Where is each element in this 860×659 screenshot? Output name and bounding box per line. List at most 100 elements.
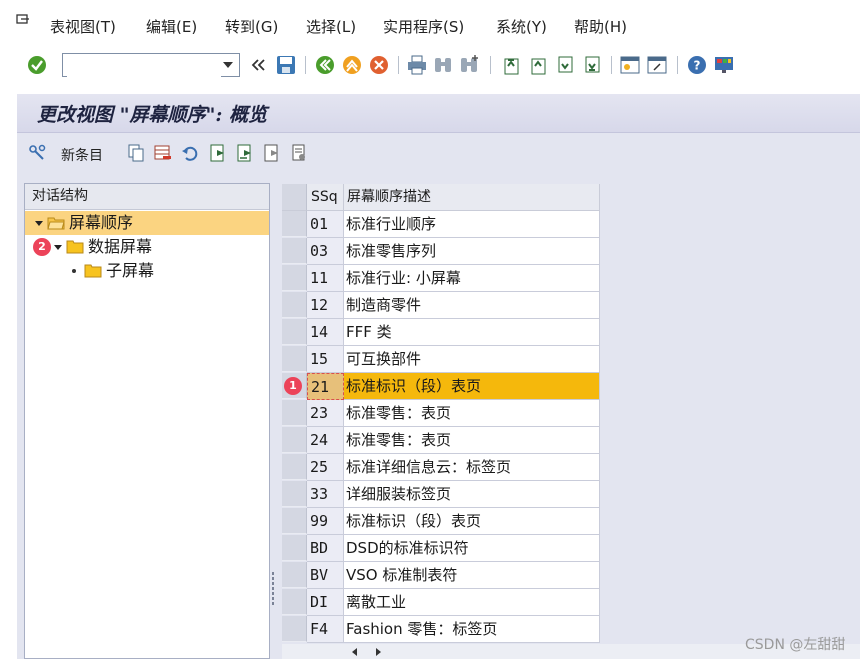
table-row[interactable]: BD DSD的标准标识符 [282,535,600,562]
cell-ssq[interactable]: F4 [307,616,344,643]
cell-ssq[interactable]: 25 [307,454,344,481]
layout-icon[interactable] [713,54,735,76]
cell-ssq[interactable]: 14 [307,319,344,346]
enter-icon[interactable] [26,54,48,76]
cell-ssq[interactable]: 12 [307,292,344,319]
command-field[interactable] [62,53,240,77]
row-selector[interactable] [282,562,307,588]
table-row[interactable]: 14 FFF 类 [282,319,600,346]
menu-icon[interactable] [16,14,30,26]
table-row[interactable]: 23 标准零售：表页 [282,400,600,427]
menu-selection[interactable]: 选择(L) [306,16,356,37]
row-selector[interactable] [282,535,307,561]
next-page-icon[interactable] [554,54,576,76]
table-row[interactable]: DI 离散工业 [282,589,600,616]
select-block-icon[interactable] [235,143,255,163]
cell-ssq[interactable]: 99 [307,508,344,535]
display-change-icon[interactable] [27,143,47,163]
chevron-down-icon[interactable] [223,62,233,68]
table-row[interactable]: 24 标准零售：表页 [282,427,600,454]
cell-description[interactable]: 标准标识（段）表页 [344,373,600,400]
row-selector[interactable] [282,616,307,642]
shortcut-icon[interactable] [646,54,668,76]
row-selector[interactable] [282,427,307,453]
tree-node-subscreens[interactable]: 子屏幕 [25,259,269,283]
undo-icon[interactable] [180,143,200,163]
cell-ssq[interactable]: 01 [307,211,344,238]
table-row[interactable]: 33 详细服装标签页 [282,481,600,508]
cell-description[interactable]: 制造商零件 [344,292,600,319]
cell-description[interactable]: 标准零售：表页 [344,427,600,454]
table-row-highlighted[interactable]: 1 21 标准标识（段）表页 [282,373,600,400]
table-row[interactable]: 11 标准行业: 小屏幕 [282,265,600,292]
command-input[interactable] [67,55,221,77]
scroll-left-icon[interactable] [352,648,357,656]
table-row[interactable]: 15 可互换部件 [282,346,600,373]
row-selector[interactable] [282,292,307,318]
cell-description[interactable]: 离散工业 [344,589,600,616]
prev-page-icon[interactable] [527,54,549,76]
first-page-icon[interactable] [500,54,522,76]
cell-description[interactable]: 标准详细信息云：标签页 [344,454,600,481]
table-row[interactable]: BV VSO 标准制表符 [282,562,600,589]
expand-arrow-icon[interactable] [35,221,43,226]
menu-help[interactable]: 帮助(H) [574,16,627,37]
menu-utilities[interactable]: 实用程序(S) [383,16,464,37]
cell-ssq[interactable]: 03 [307,238,344,265]
menu-table-view[interactable]: 表视图(T) [50,16,116,37]
new-session-icon[interactable] [619,54,641,76]
save-icon[interactable] [275,54,297,76]
cell-description[interactable]: DSD的标准标识符 [344,535,600,562]
find-next-icon[interactable] [458,54,480,76]
find-icon[interactable] [432,54,454,76]
select-all-column-header[interactable] [282,184,307,211]
table-row[interactable]: 03 标准零售序列 [282,238,600,265]
cell-ssq[interactable]: 24 [307,427,344,454]
delete-icon[interactable] [153,143,173,163]
deselect-all-icon[interactable] [262,143,282,163]
table-row[interactable]: F4 Fashion 零售：标签页 [282,616,600,643]
row-selector[interactable] [282,400,307,426]
row-selector[interactable] [282,211,307,237]
cell-ssq[interactable]: 21 [307,373,344,400]
cancel-icon[interactable] [368,54,390,76]
cell-description[interactable]: VSO 标准制表符 [344,562,600,589]
table-row[interactable]: 99 标准标识（段）表页 [282,508,600,535]
last-page-icon[interactable] [581,54,603,76]
tree-node-screen-sequence[interactable]: 屏幕顺序 [25,211,269,235]
tree-node-data-screens[interactable]: 2 数据屏幕 [25,235,269,259]
cell-ssq[interactable]: DI [307,589,344,616]
copy-icon[interactable] [126,143,146,163]
cell-description[interactable]: 标准行业: 小屏幕 [344,265,600,292]
cell-ssq[interactable]: 23 [307,400,344,427]
menu-goto[interactable]: 转到(G) [225,16,278,37]
cell-description[interactable]: 标准零售：表页 [344,400,600,427]
cell-description[interactable]: 标准行业顺序 [344,211,600,238]
table-row[interactable]: 25 标准详细信息云：标签页 [282,454,600,481]
column-header-ssq[interactable]: SSq [307,184,344,211]
scroll-right-icon[interactable] [376,648,381,656]
row-selector[interactable] [282,481,307,507]
row-selector[interactable] [282,346,307,372]
column-header-description[interactable]: 屏幕顺序描述 [344,184,600,211]
row-selector[interactable] [282,265,307,291]
cell-ssq[interactable]: BD [307,535,344,562]
cell-description[interactable]: 详细服装标签页 [344,481,600,508]
cell-description[interactable]: 可互换部件 [344,346,600,373]
menu-edit[interactable]: 编辑(E) [146,16,197,37]
cell-description[interactable]: FFF 类 [344,319,600,346]
menu-system[interactable]: 系统(Y) [496,16,547,37]
select-all-icon[interactable] [208,143,228,163]
row-selector[interactable] [282,238,307,264]
print-icon[interactable] [406,54,428,76]
print-list-icon[interactable] [289,143,309,163]
new-entries-button[interactable]: 新条目 [61,145,103,165]
table-row[interactable]: 01 标准行业顺序 [282,211,600,238]
cell-ssq[interactable]: 15 [307,346,344,373]
back-double-icon[interactable] [248,54,270,76]
back-icon[interactable] [314,54,336,76]
row-selector[interactable] [282,589,307,615]
row-selector[interactable] [282,508,307,534]
row-selector[interactable] [282,454,307,480]
help-icon[interactable]: ? [686,54,708,76]
